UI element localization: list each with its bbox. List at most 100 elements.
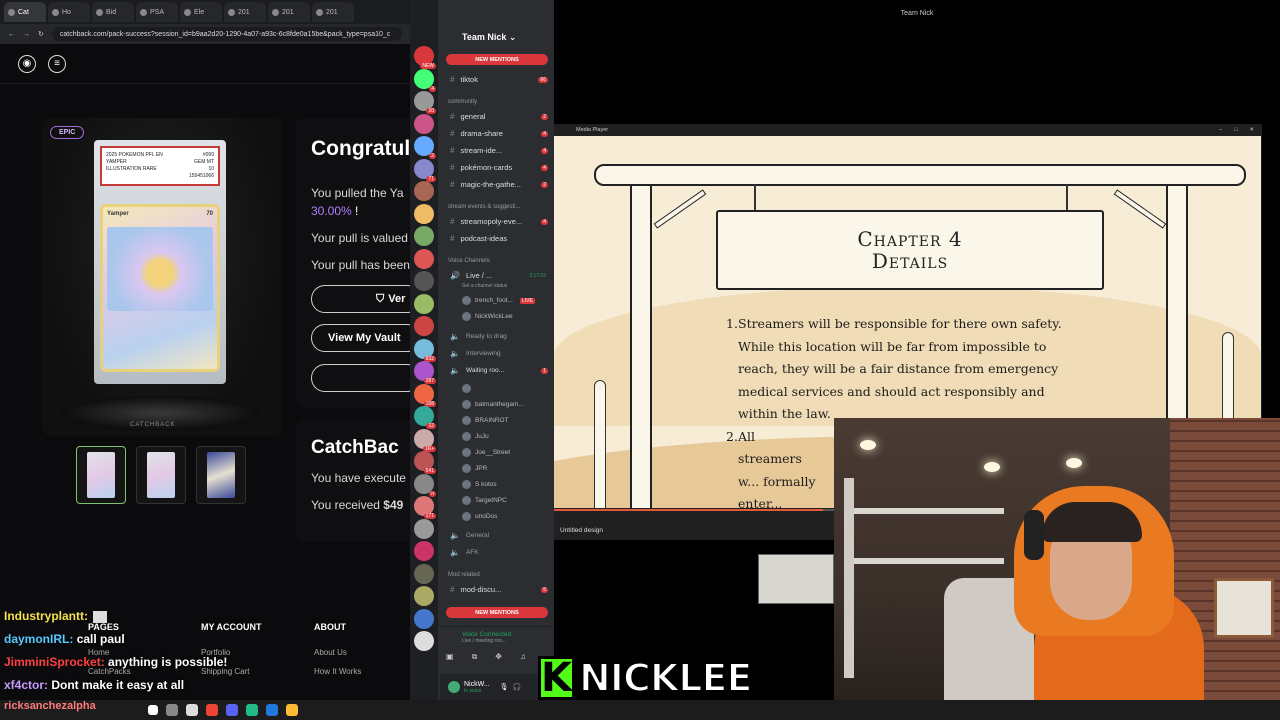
voice-user[interactable]: BRAINROT (462, 416, 509, 425)
minimize-icon[interactable]: – (1219, 127, 1222, 133)
screen-share-icon[interactable]: ⧉ (472, 652, 478, 662)
category-community[interactable]: community (448, 99, 477, 105)
forward-icon[interactable]: → (23, 31, 30, 38)
start-icon[interactable] (148, 705, 158, 715)
voice-user[interactable]: Joe__Street (462, 448, 510, 457)
channel-podcast-ideas[interactable]: # podcast-ideas (450, 234, 550, 243)
secondary-button[interactable] (311, 364, 410, 392)
footer-link[interactable]: About Us (314, 648, 361, 657)
voice-channel-interviewing[interactable]: 🔈 Interviewing (450, 349, 550, 358)
close-icon[interactable]: ✕ (1249, 127, 1254, 133)
new-mentions-bar[interactable]: NEW MENTIONS (446, 54, 548, 65)
mic-icon[interactable]: 🎙 (500, 683, 509, 691)
logo-icon[interactable]: ◉ (18, 54, 36, 73)
server-icon[interactable]: 71 (414, 158, 436, 182)
voice-channel-afk[interactable]: 🔈 AFK (450, 548, 550, 557)
verify-button[interactable]: ⛉ Ver (311, 285, 410, 313)
channel-stream-ideas[interactable]: # stream-ide... 4 (450, 146, 550, 155)
server-icon[interactable] (414, 113, 434, 134)
voice-user[interactable]: S kotos (462, 480, 497, 489)
browser-tab[interactable]: 201 (224, 2, 266, 22)
channel-mod-discussion[interactable]: # mod-discu... 5 (450, 585, 550, 594)
server-icon[interactable] (414, 293, 434, 314)
server-icon[interactable]: 287 (414, 361, 436, 384)
footer-link[interactable]: How It Works (314, 667, 361, 676)
voice-user[interactable]: NickWickLee (462, 312, 513, 321)
voice-channel-general[interactable]: 🔈 General (450, 531, 550, 540)
new-mentions-bar[interactable]: NEW MENTIONS (446, 607, 548, 618)
channel-general[interactable]: # general 2 (450, 112, 550, 121)
server-icon[interactable] (414, 563, 434, 584)
server-icon[interactable] (414, 541, 434, 561)
voice-user[interactable]: JuJu (462, 432, 489, 441)
channel-pokemon-cards[interactable]: # pokémon-cards 4 (450, 163, 550, 172)
browser-tab[interactable]: Ho (48, 2, 90, 22)
channel-magic[interactable]: # magic-the-gathe... 2 (450, 180, 550, 189)
activity-icon[interactable]: ✥ (495, 652, 502, 662)
voice-channel-ready[interactable]: 🔈 Ready to drag (450, 332, 550, 341)
browser-tab[interactable]: 201 (268, 2, 310, 22)
url-input[interactable]: catchback.com/pack-success?session_id=b9… (51, 27, 402, 41)
voice-user[interactable] (462, 384, 475, 393)
camera-icon[interactable]: ▣ (446, 652, 454, 662)
server-icon[interactable]: 4 (414, 68, 436, 92)
server-icon[interactable] (414, 316, 434, 336)
browser-tab[interactable]: Ele (180, 2, 222, 22)
chrome-icon[interactable] (186, 704, 198, 716)
card-thumbnail[interactable] (76, 446, 126, 504)
browser-tab[interactable]: PSA (136, 2, 178, 22)
app-icon[interactable] (286, 704, 298, 716)
back-icon[interactable]: ← (8, 31, 15, 38)
category-voice[interactable]: Voice Channels (448, 258, 490, 264)
soundboard-icon[interactable]: ♫ (520, 652, 526, 662)
server-icon[interactable] (414, 271, 434, 291)
headphones-icon[interactable]: 🎧 (513, 683, 522, 691)
server-icon[interactable] (414, 518, 434, 539)
server-name[interactable]: Team Nick ⌄ (462, 32, 516, 43)
server-icon[interactable]: 10 (414, 91, 436, 114)
server-icon[interactable] (414, 203, 434, 224)
search-icon[interactable] (166, 704, 178, 716)
voice-user[interactable]: batmanthegam... (462, 400, 524, 409)
channel-streamopoly[interactable]: # streamopoly-eve... 4 (450, 217, 550, 226)
server-icon[interactable]: 171 (414, 496, 436, 519)
reload-icon[interactable]: ↻ (38, 30, 44, 38)
card-thumbnail[interactable] (196, 446, 246, 504)
channel-tiktok[interactable]: # tiktok 66 (450, 75, 550, 84)
channel-drama-share[interactable]: # drama-share 4 (450, 129, 550, 138)
avatar[interactable] (448, 681, 460, 693)
server-icon[interactable]: NEW (414, 46, 436, 69)
voice-channel-live[interactable]: 🔊 Live / ... 3:17:52 (450, 271, 550, 280)
category-mod[interactable]: Mod related (448, 572, 480, 578)
browser-tab[interactable]: Bid (92, 2, 134, 22)
server-icon[interactable]: 168 (414, 383, 436, 407)
server-icon[interactable] (414, 631, 434, 651)
voice-user[interactable]: unoDos (462, 512, 497, 521)
maximize-icon[interactable]: □ (1234, 127, 1237, 133)
voice-channel-waiting[interactable]: 🔈 Waiting roo... 1 (450, 366, 550, 375)
discord-icon[interactable] (226, 704, 238, 716)
card-thumbnail[interactable] (136, 446, 186, 504)
server-icon[interactable]: 12 (414, 406, 436, 429)
menu-icon[interactable]: ≡ (48, 54, 66, 73)
server-icon[interactable] (414, 248, 434, 269)
server-icon[interactable] (414, 586, 434, 606)
category-stream-events[interactable]: stream events & suggesti... (448, 204, 520, 210)
server-icon[interactable] (414, 181, 434, 201)
app-icon[interactable] (246, 704, 258, 716)
app-icon[interactable] (206, 704, 218, 716)
voice-user[interactable]: TargetNPC (462, 496, 507, 505)
browser-tab[interactable]: Cat (4, 2, 46, 22)
server-icon[interactable]: 541 (414, 451, 436, 474)
server-icon[interactable]: 2 (414, 136, 436, 159)
server-icon[interactable]: 832 (414, 338, 436, 362)
server-icon[interactable] (414, 608, 434, 629)
server-icon[interactable]: 1K+ (414, 428, 436, 452)
channel-status[interactable]: Set a channel status (462, 283, 507, 289)
view-vault-button[interactable]: View My Vault (311, 324, 410, 352)
server-icon[interactable]: n (414, 473, 436, 497)
voice-user[interactable]: trench_foot... LIVE (462, 296, 535, 305)
voice-user[interactable]: JPR (462, 464, 487, 473)
server-icon[interactable] (414, 226, 434, 246)
browser-tab[interactable]: 201 (312, 2, 354, 22)
